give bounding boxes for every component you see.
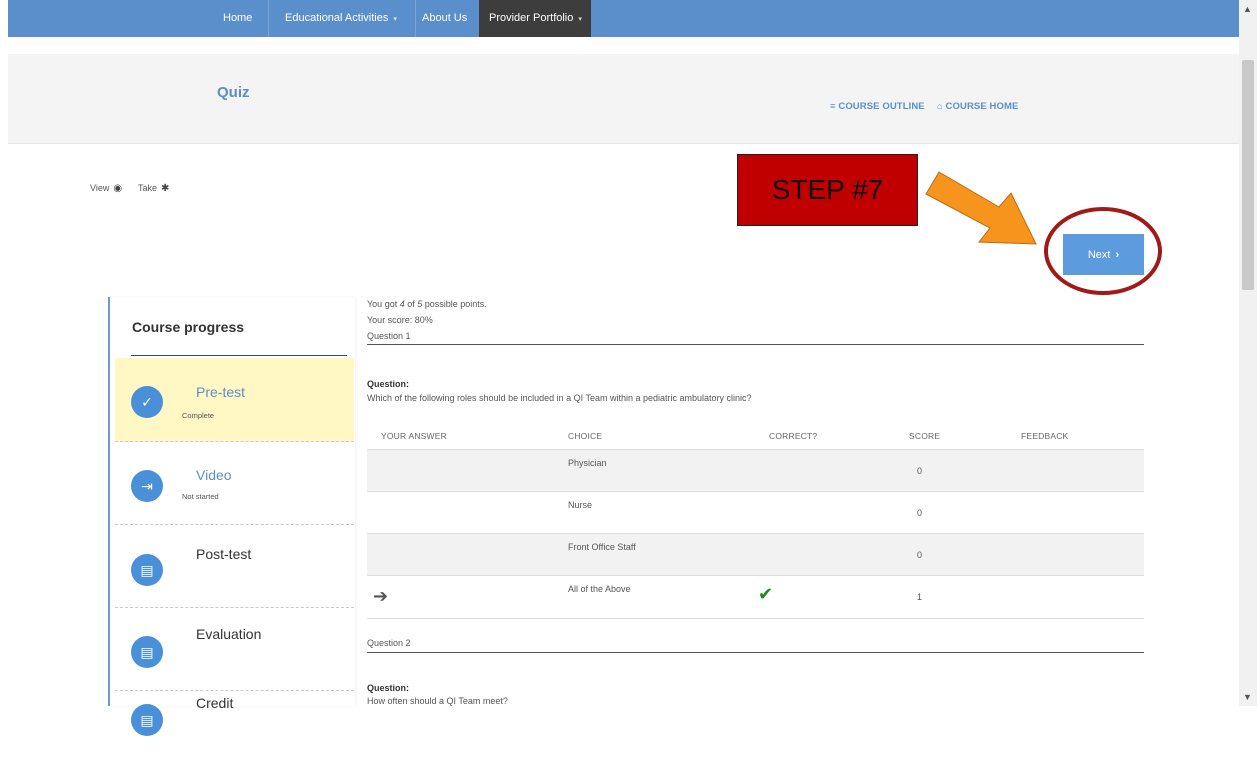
take-label: Take — [138, 183, 158, 193]
score-cell: 0 — [917, 508, 923, 518]
question-label: Question: — [367, 379, 409, 389]
sidebar-item-status: Complete — [182, 411, 215, 420]
view-label: View — [90, 183, 110, 193]
points-prefix: You got — [367, 299, 400, 309]
column-choice: CHOICE — [568, 431, 603, 441]
sidebar-item-label: Credit — [196, 695, 234, 711]
list-icon: ≡ — [830, 101, 836, 111]
nav-home-label: Home — [223, 12, 253, 24]
book-icon: ▤ — [131, 704, 163, 736]
home-icon: ⌂ — [937, 101, 943, 111]
sidebar-item-evaluation[interactable]: ▤ Evaluation — [115, 607, 354, 691]
eye-icon: ◉ — [113, 183, 123, 194]
column-score: SCORE — [909, 431, 941, 441]
column-correct: CORRECT? — [769, 431, 818, 441]
check-icon: ✓ — [131, 386, 163, 418]
sidebar-item-status: Not started — [182, 492, 219, 501]
nav-educational-activities[interactable]: Educational Activities ▾ — [276, 0, 406, 37]
points-mid: of — [404, 299, 418, 309]
sidebar-divider — [131, 355, 347, 356]
column-your-answer: YOUR ANSWER — [381, 431, 447, 441]
page-title: Quiz — [217, 84, 250, 101]
chevron-down-icon: ▾ — [393, 16, 397, 23]
table-row: Front Office Staff 0 — [367, 533, 1144, 576]
take-mode-link[interactable]: Take ✱ — [138, 183, 169, 194]
table-row: Nurse 0 — [367, 491, 1144, 534]
chevron-right-icon: › — [1115, 249, 1120, 261]
table-row: ➔ All of the Above ✔ 1 — [367, 575, 1144, 619]
course-home-link[interactable]: ⌂ COURSE HOME — [937, 101, 1018, 112]
sidebar-item-video[interactable]: ⇥ Video Not started — [115, 441, 354, 525]
next-label: Next — [1087, 249, 1111, 261]
sidebar-item-post-test[interactable]: ▤ Post-test — [115, 524, 354, 608]
next-button[interactable]: Next › — [1063, 234, 1144, 275]
nav-divider — [268, 0, 269, 37]
nav-provider-portfolio-label: Provider Portfolio — [489, 12, 574, 24]
choice-cell: All of the Above — [568, 584, 631, 594]
question-1-header: Question 1 — [367, 331, 411, 341]
course-home-label: COURSE HOME — [945, 101, 1019, 112]
page-header: Quiz ≡ COURSE OUTLINE ⌂ COURSE HOME — [8, 54, 1239, 144]
book-icon: ▤ — [131, 636, 163, 668]
nav-spacer — [8, 37, 1239, 54]
view-mode-link[interactable]: View ◉ — [90, 183, 122, 194]
nav-home[interactable]: Home — [214, 0, 261, 37]
choice-cell: Physician — [568, 458, 607, 468]
nav-about-us[interactable]: About Us — [413, 0, 476, 37]
gear-icon: ✱ — [161, 183, 170, 194]
scroll-down-icon[interactable]: ▼ — [1243, 692, 1252, 702]
sidebar-item-pre-test[interactable]: ✓ Pre-test Complete — [115, 358, 354, 442]
question-label: Question: — [367, 683, 409, 693]
course-outline-label: COURSE OUTLINE — [838, 101, 925, 112]
score-cell: 1 — [917, 592, 923, 602]
page-scrollbar[interactable]: ▲ ▼ — [1239, 0, 1257, 706]
sidebar-item-credit[interactable]: ▤ Credit — [115, 690, 354, 773]
table-row: Physician 0 — [367, 449, 1144, 492]
sidebar-item-label: Evaluation — [196, 626, 262, 642]
step-annotation-box: STEP #7 — [737, 154, 918, 226]
divider — [367, 652, 1144, 653]
sidebar-item-label: Pre-test — [196, 384, 246, 400]
chevron-down-icon: ▾ — [578, 16, 582, 23]
sidebar-item-label: Post-test — [196, 546, 252, 562]
annotation-arrow-icon — [925, 171, 1037, 245]
arrow-right-icon: ➔ — [373, 586, 389, 606]
nav-about-us-label: About Us — [422, 12, 468, 24]
question-2-text: How often should a QI Team meet? — [367, 696, 508, 706]
top-nav: Home Educational Activities ▾ About Us Pr… — [8, 0, 1239, 37]
column-feedback: FEEDBACK — [1021, 431, 1069, 441]
choice-cell: Nurse — [568, 500, 593, 510]
scroll-up-icon[interactable]: ▲ — [1243, 4, 1252, 14]
enter-icon: ⇥ — [131, 470, 163, 502]
checkmark-icon: ✔ — [758, 584, 774, 604]
score-line: Your score: 80% — [367, 315, 433, 325]
points-summary: You got 4 of 5 possible points. — [367, 299, 487, 309]
course-outline-link[interactable]: ≡ COURSE OUTLINE — [830, 101, 925, 112]
score-cell: 0 — [917, 466, 923, 476]
question-2-header: Question 2 — [367, 638, 411, 648]
question-1-text: Which of the following roles should be i… — [367, 393, 752, 403]
book-icon: ▤ — [131, 554, 163, 586]
nav-educational-activities-label: Educational Activities — [285, 12, 389, 24]
divider — [367, 344, 1144, 345]
score-cell: 0 — [917, 550, 923, 560]
browser-page: Home Educational Activities ▾ About Us Pr… — [8, 0, 1239, 736]
sidebar-item-label: Video — [196, 467, 232, 483]
sidebar-title: Course progress — [132, 319, 245, 335]
nav-provider-portfolio[interactable]: Provider Portfolio ▾ — [479, 0, 591, 37]
points-suffix: possible points. — [422, 299, 487, 309]
choice-cell: Front Office Staff — [568, 542, 636, 552]
course-progress-sidebar: Course progress ✓ Pre-test Complete ⇥ Vi… — [108, 297, 355, 736]
scrollbar-thumb[interactable] — [1242, 60, 1254, 290]
